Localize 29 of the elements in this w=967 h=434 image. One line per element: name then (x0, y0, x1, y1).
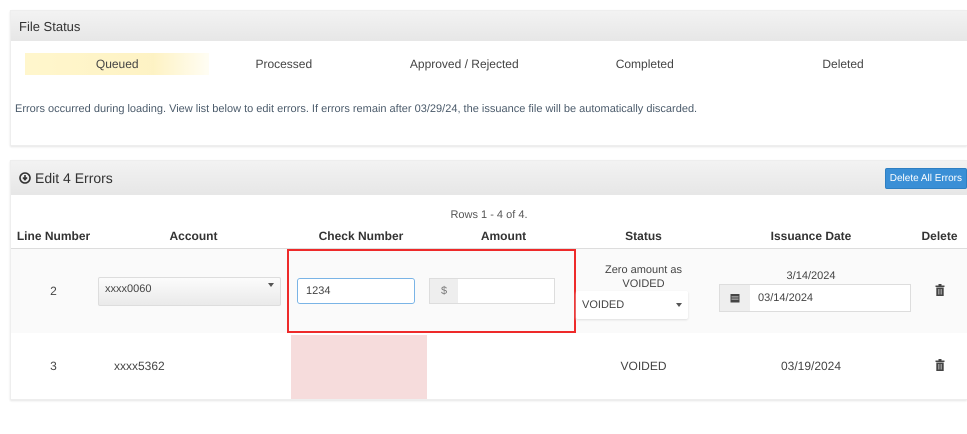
account-number: xxxx5362 (114, 359, 165, 373)
rows-info: Rows 1 - 4 of 4. (449, 208, 529, 223)
amount-field[interactable]: $ (429, 278, 555, 304)
caret-icon (676, 303, 682, 307)
status-text: VOIDED (620, 359, 666, 373)
calendar-icon (730, 293, 740, 303)
status-step: Processed (209, 53, 358, 75)
status-step: Queued (25, 53, 210, 75)
trash-icon[interactable] (934, 284, 944, 296)
column-header: Amount (431, 227, 576, 248)
error-message: Errors occurred during loading. View list below to edit errors. If errors remain after 03/29/24, the issuance file will be automatically discarded. (14, 102, 698, 117)
issuance-date: 03/19/2024 (780, 359, 842, 373)
status-note: Zero amount as VOIDED (604, 263, 684, 291)
panel-title[interactable]: Edit 4 Errors (35, 170, 113, 186)
column-header: Check Number (291, 227, 431, 248)
line-number: 3 (50, 359, 57, 373)
trash-icon[interactable] (934, 358, 944, 370)
status-step: Completed (570, 53, 720, 75)
status-select[interactable]: VOIDED (576, 291, 688, 319)
panel-title: File Status (19, 18, 80, 34)
date-label: 3/14/2024 (786, 270, 836, 282)
status-step: Deleted (719, 53, 967, 75)
account-select[interactable]: xxxx0060 (98, 276, 281, 306)
check-number-field[interactable]: 1234 (297, 278, 415, 304)
circle-arrow-down-icon[interactable] (19, 172, 31, 184)
date-field[interactable]: 03/14/2024 (719, 284, 911, 312)
line-number: 2 (50, 284, 57, 298)
status-step: Approved / Rejected (358, 53, 570, 75)
caret-icon (268, 282, 274, 286)
